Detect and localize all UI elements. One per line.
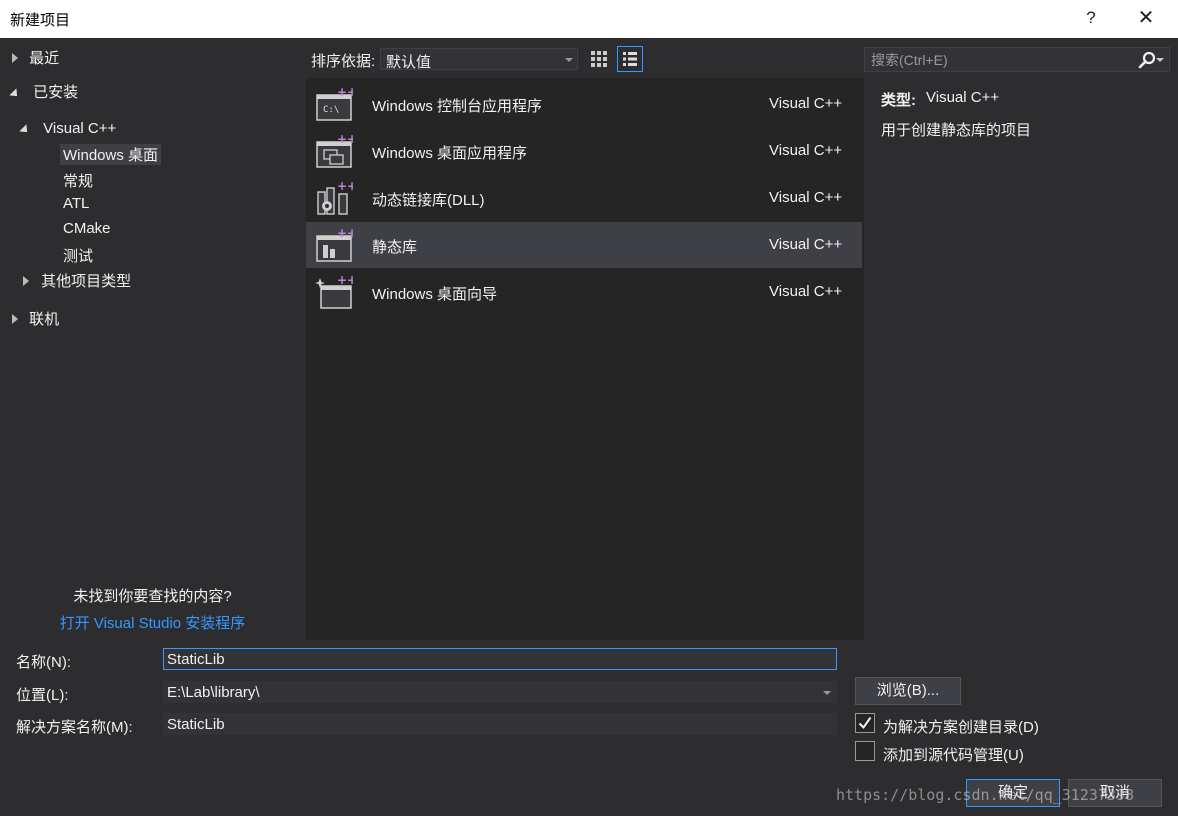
template-language: Visual C++ [769,95,843,112]
collapse-arrow-icon[interactable] [9,88,21,100]
template-row-dll[interactable]: ++ 动态链接库(DLL) Visual C++ [306,175,862,221]
expand-arrow-icon[interactable] [12,53,18,63]
category-tree: 最近 已安装 Visual C++ Windows 桌面 常规 ATL CMak… [0,38,305,640]
template-language: Visual C++ [769,189,843,206]
svg-text:++: ++ [337,86,353,99]
chevron-down-icon[interactable] [823,691,831,695]
type-label: 类型: [881,92,916,109]
type-value: Visual C++ [926,89,1000,106]
static-lib-icon: ++ [316,227,353,262]
create-directory-checkbox[interactable] [855,713,875,733]
collapse-arrow-icon[interactable] [19,124,31,136]
tree-item-installed[interactable]: 已安装 [9,81,79,102]
template-row-desktop-app[interactable]: ++ Windows 桌面应用程序 Visual C++ [306,128,862,174]
chevron-down-icon [565,58,573,62]
name-label: 名称(N): [16,654,71,671]
template-name: Windows 桌面应用程序 [372,145,528,162]
template-name: 静态库 [372,239,418,256]
list-view-button[interactable] [617,46,643,72]
template-row-desktop-wizard[interactable]: ++ Windows 桌面向导 Visual C++ [306,269,862,315]
dll-icon: ++ [317,180,353,215]
browse-button[interactable]: 浏览(B)... [855,677,961,705]
title-bar: 新建项目 ? ✕ [0,0,1178,38]
template-name: Windows 控制台应用程序 [372,98,543,115]
tree-item-general[interactable]: 常规 [63,170,93,191]
tree-item-other-types[interactable]: 其他项目类型 [23,270,131,291]
tree-item-label: 最近 [29,50,60,67]
template-row-console-app[interactable]: C:\ ++ Windows 控制台应用程序 Visual C++ [306,81,862,127]
expand-arrow-icon[interactable] [12,314,18,324]
create-directory-label: 为解决方案创建目录(D) [883,719,1039,736]
location-input[interactable] [163,681,837,703]
project-name-input[interactable] [163,648,837,670]
template-name: 动态链接库(DLL) [372,192,485,209]
expand-arrow-icon[interactable] [23,276,29,286]
not-found-text: 未找到你要查找的内容? [73,588,232,605]
console-app-icon: C:\ ++ [316,86,353,121]
template-list: C:\ ++ Windows 控制台应用程序 Visual C++ ++ Win… [306,78,864,640]
tree-item-label: 其他项目类型 [41,273,132,290]
open-installer-link[interactable]: 打开 Visual Studio 安装程序 [0,612,305,633]
template-language: Visual C++ [769,142,843,159]
template-row-static-lib[interactable]: ++ 静态库 Visual C++ [306,222,862,268]
tree-item-atl[interactable]: ATL [63,195,89,212]
close-button[interactable]: ✕ [1128,4,1164,32]
sort-value: 默认值 [386,54,432,71]
search-input[interactable] [865,48,1137,71]
search-options-chevron-icon[interactable] [1156,58,1164,62]
list-view-icon [623,52,637,66]
svg-text:++: ++ [337,180,353,193]
location-label: 位置(L): [16,687,69,704]
source-control-label: 添加到源代码管理(U) [883,747,1024,764]
tree-item-test[interactable]: 测试 [63,245,93,266]
tree-item-windows-desktop[interactable]: Windows 桌面 [60,144,162,165]
dialog-title: 新建项目 [10,12,71,29]
desktop-app-icon: ++ [316,133,353,168]
help-button[interactable]: ? [1078,4,1104,32]
template-description: 用于创建静态库的项目 [881,122,1032,139]
tree-item-label: 已安装 [33,84,79,101]
tree-item-cmake[interactable]: CMake [63,220,111,237]
search-icon[interactable] [1137,50,1157,70]
grid-view-icon[interactable] [588,48,610,70]
template-name: Windows 桌面向导 [372,286,498,303]
search-box[interactable] [864,47,1170,72]
sort-dropdown[interactable]: 默认值 [380,48,578,71]
cancel-button[interactable]: 取消 [1068,779,1162,807]
source-control-checkbox[interactable] [855,741,875,761]
svg-text:++: ++ [337,274,353,287]
tree-item-visual-cpp[interactable]: Visual C++ [19,120,117,137]
svg-text:C:\: C:\ [323,105,339,115]
ok-button[interactable]: 确定 [966,779,1060,807]
template-language: Visual C++ [769,236,843,253]
template-language: Visual C++ [769,283,843,300]
svg-text:++: ++ [337,227,353,240]
tree-item-label: 联机 [29,311,60,328]
checkmark-icon [858,716,872,730]
sort-label: 排序依据: [311,53,376,70]
svg-text:++: ++ [337,133,353,146]
tree-item-label: Visual C++ [43,120,117,137]
solution-name-input[interactable] [163,713,837,735]
tree-item-online[interactable]: 联机 [12,308,59,329]
solution-name-label: 解决方案名称(M): [16,719,133,736]
tree-item-recent[interactable]: 最近 [12,47,59,68]
desktop-wizard-icon: ++ [315,274,353,309]
